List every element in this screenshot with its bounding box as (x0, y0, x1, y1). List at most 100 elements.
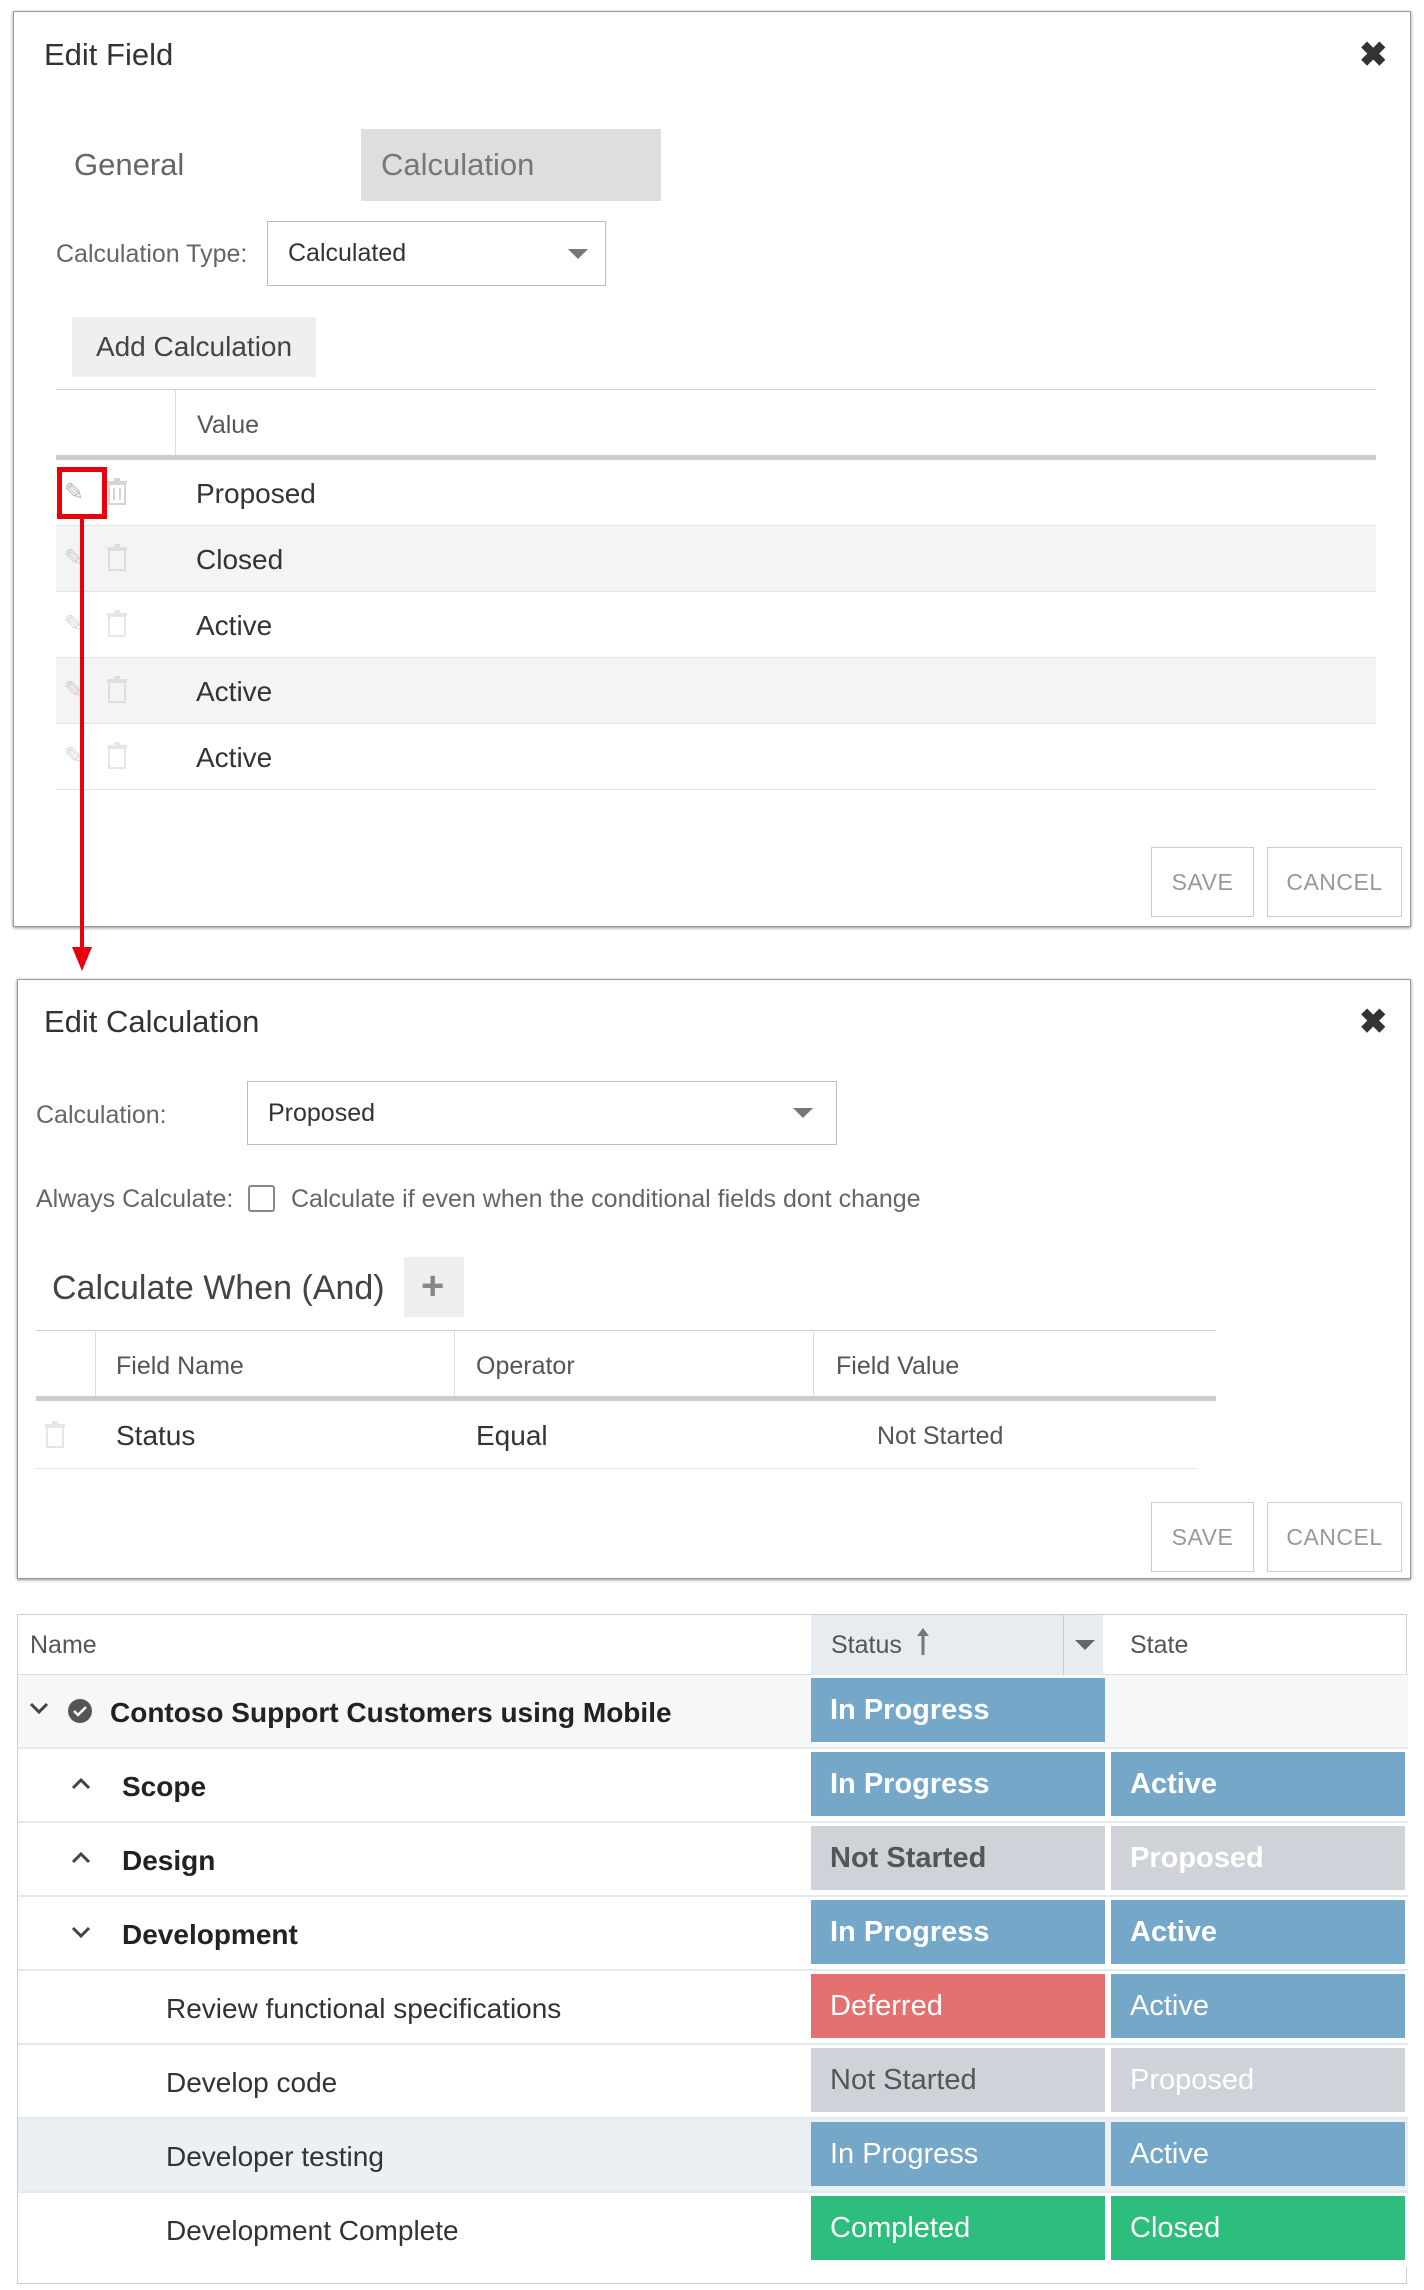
trash-icon[interactable] (44, 1421, 66, 1454)
save-button[interactable]: SAVE (1151, 1502, 1254, 1572)
chevron-down-icon[interactable] (70, 1921, 92, 1948)
table-row: ✎ Proposed (56, 460, 1376, 526)
column-header-field-name: Field Name (116, 1352, 244, 1380)
header-divider (454, 1330, 455, 1396)
status-cell[interactable]: In Progress (811, 1900, 1105, 1964)
row-value: Active (196, 742, 273, 773)
grid-row[interactable]: Scope In Progress Active (18, 1749, 1408, 1823)
column-header-field-value: Field Value (836, 1352, 960, 1380)
header-divider (813, 1330, 814, 1396)
tab-general[interactable]: General (54, 129, 304, 201)
row-value: Proposed (196, 478, 316, 509)
table-top-border (36, 1330, 1216, 1331)
chevron-down-icon[interactable] (28, 1697, 50, 1724)
row-name: Contoso Support Customers using Mobile (110, 1697, 672, 1728)
save-button[interactable]: SAVE (1151, 847, 1254, 917)
table-row: ✎ Active (56, 658, 1376, 724)
add-calculation-button[interactable]: Add Calculation (72, 317, 316, 377)
row-field-value: Not Started (877, 1422, 1004, 1450)
grid-row[interactable]: Developer testing In Progress Active (18, 2119, 1408, 2193)
annotation-arrow (72, 519, 92, 971)
calc-type-value: Calculated (288, 239, 407, 267)
check-circle-icon (68, 1699, 92, 1728)
trash-icon[interactable] (106, 742, 128, 775)
calc-type-label: Calculation Type: (56, 240, 248, 268)
row-value: Closed (196, 544, 284, 575)
chevron-up-icon[interactable] (70, 1847, 92, 1874)
calculation-value: Proposed (268, 1099, 376, 1127)
cancel-button[interactable]: CANCEL (1267, 1502, 1402, 1572)
trash-icon[interactable] (106, 544, 128, 577)
table-row: ✎ Closed (56, 526, 1376, 592)
plus-icon: + (421, 1264, 445, 1308)
column-header-status[interactable]: Status (811, 1615, 1103, 1675)
header-divider (1063, 1615, 1064, 1675)
chevron-up-icon[interactable] (70, 1773, 92, 1800)
row-operator: Equal (476, 1420, 548, 1451)
grid-header: Name Status State (18, 1615, 1408, 1675)
calculate-when-title: Calculate When (And) (52, 1269, 385, 1307)
state-cell[interactable]: Active (1111, 1900, 1405, 1964)
trash-icon[interactable] (106, 676, 128, 709)
status-cell[interactable]: In Progress (811, 2122, 1105, 2186)
status-cell[interactable]: Deferred (811, 1974, 1105, 2038)
row-name: Design (122, 1845, 216, 1876)
always-calculate-checkbox[interactable] (248, 1185, 275, 1212)
always-calculate-label: Always Calculate: (36, 1185, 234, 1213)
status-cell[interactable]: Not Started (811, 1826, 1105, 1890)
table-row: ✎ Active (56, 724, 1376, 790)
tree-grid: Name Status State Contoso Support Custom… (17, 1614, 1408, 2284)
chevron-down-icon (568, 249, 588, 259)
header-divider (175, 389, 176, 455)
column-header-state[interactable]: State (1130, 1631, 1188, 1660)
calculation-select[interactable]: Proposed (247, 1081, 837, 1145)
highlight-box (57, 467, 107, 519)
cancel-button[interactable]: CANCEL (1267, 847, 1402, 917)
column-header-value: Value (197, 411, 260, 439)
status-cell[interactable]: In Progress (811, 1678, 1105, 1742)
status-cell[interactable]: Not Started (811, 2048, 1105, 2112)
state-cell[interactable]: Active (1111, 2122, 1405, 2186)
row-value: Active (196, 676, 273, 707)
row-name: Review functional specifications (166, 1993, 562, 2024)
state-cell[interactable]: Proposed (1111, 1826, 1405, 1890)
trash-icon[interactable] (106, 478, 128, 511)
table-top-border (56, 389, 1376, 390)
trash-icon[interactable] (106, 610, 128, 643)
row-name: Developer testing (166, 2141, 384, 2172)
state-cell[interactable]: Active (1111, 1752, 1405, 1816)
tab-calculation[interactable]: Calculation (361, 129, 661, 201)
close-icon[interactable]: ✖ (1359, 38, 1388, 72)
state-cell[interactable]: Active (1111, 1974, 1405, 2038)
status-cell[interactable]: In Progress (811, 1752, 1105, 1816)
chevron-down-icon[interactable] (1075, 1640, 1095, 1650)
row-name: Development Complete (166, 2215, 459, 2246)
table-row: ✎ Active (56, 592, 1376, 658)
add-condition-button[interactable]: + (404, 1257, 464, 1317)
header-divider (95, 1330, 96, 1396)
always-calculate-text: Calculate if even when the conditional f… (291, 1185, 921, 1213)
chevron-down-icon (793, 1108, 813, 1118)
state-cell[interactable]: Proposed (1111, 2048, 1405, 2112)
edit-calculation-dialog: Edit Calculation ✖ Calculation: Proposed… (17, 979, 1411, 1579)
row-name: Development (122, 1919, 298, 1950)
close-icon[interactable]: ✖ (1359, 1005, 1388, 1039)
column-header-operator: Operator (476, 1352, 575, 1380)
column-header-name[interactable]: Name (30, 1631, 97, 1660)
calc-type-select[interactable]: Calculated (267, 221, 606, 286)
grid-row[interactable]: Contoso Support Customers using Mobile I… (18, 1675, 1408, 1749)
grid-row[interactable]: Develop code Not Started Proposed (18, 2045, 1408, 2119)
grid-row[interactable]: Review functional specifications Deferre… (18, 1971, 1408, 2045)
sort-up-icon (916, 1627, 930, 1662)
row-value: Active (196, 610, 273, 641)
row-name: Develop code (166, 2067, 338, 2098)
edit-field-dialog: Edit Field ✖ General Calculation Calcula… (13, 11, 1411, 927)
grid-row[interactable]: Design Not Started Proposed (18, 1823, 1408, 1897)
status-cell[interactable]: Completed (811, 2196, 1105, 2260)
grid-row[interactable]: Development In Progress Active (18, 1897, 1408, 1971)
status-header-label: Status (831, 1631, 902, 1659)
state-cell[interactable]: Closed (1111, 2196, 1405, 2260)
table-row: Status Equal Not Started (36, 1401, 1196, 1469)
dialog-title: Edit Field (44, 37, 174, 72)
grid-row[interactable]: Development Complete Completed Closed (18, 2193, 1408, 2267)
